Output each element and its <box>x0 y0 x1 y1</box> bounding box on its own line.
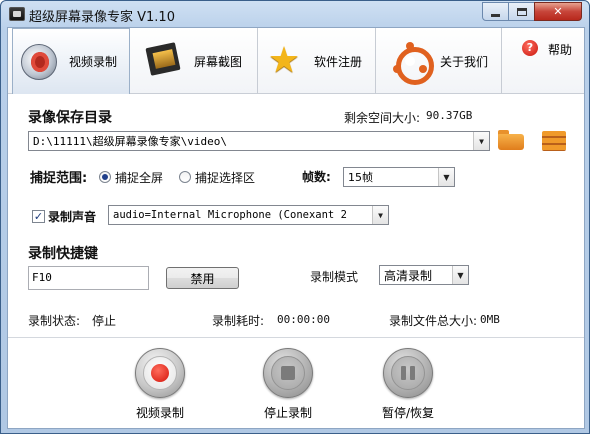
tab-register[interactable]: ★ 软件注册 <box>258 28 376 94</box>
video-record-icon <box>19 42 59 82</box>
file-size-value: 0MB <box>480 313 500 326</box>
capture-fullscreen-radio[interactable] <box>99 171 111 183</box>
star-icon: ★ <box>267 40 301 81</box>
tab-bar: 视频录制 屏幕截图 ★ 软件注册 关于我们 ? 帮助 <box>8 28 584 94</box>
pause-resume-button[interactable] <box>383 348 433 398</box>
elapsed-label: 录制耗时: <box>212 314 265 328</box>
hotkey-input[interactable]: F10 <box>28 266 149 290</box>
main-panel: 视频录制 屏幕截图 ★ 软件注册 关于我们 ? 帮助 录像保存目录 剩余空间大小… <box>7 27 585 429</box>
minimize-button[interactable] <box>482 2 509 21</box>
disable-hotkey-label: 禁用 <box>190 271 215 286</box>
hotkey-value: F10 <box>32 271 52 284</box>
maximize-button[interactable] <box>508 2 535 21</box>
start-record-button[interactable] <box>135 348 185 398</box>
tab-screenshot[interactable]: 屏幕截图 <box>130 28 258 94</box>
record-audio-label: 录制声音 <box>48 210 97 224</box>
audio-device-value: audio=Internal Microphone (Conexant 2 <box>113 209 347 221</box>
record-mode-label: 录制模式 <box>310 270 359 284</box>
fps-label: 帧数: <box>302 170 331 184</box>
audio-device-select[interactable]: audio=Internal Microphone (Conexant 2 ▼ <box>108 205 389 225</box>
save-dir-title: 录像保存目录 <box>28 110 112 126</box>
tab-label: 视频录制 <box>69 55 118 69</box>
app-logo-icon <box>9 7 25 21</box>
capture-region-radio[interactable] <box>179 171 191 183</box>
start-record-label: 视频录制 <box>135 406 184 420</box>
capture-range-label: 捕捉范围: <box>30 171 88 186</box>
tab-video-record[interactable]: 视频录制 <box>12 28 130 94</box>
record-state-value: 停止 <box>92 314 117 328</box>
minimize-icon <box>491 13 500 17</box>
record-audio-checkbox[interactable]: ✓ <box>32 210 45 223</box>
record-mode-value: 高清录制 <box>384 268 433 283</box>
maximize-icon <box>516 7 527 16</box>
help-icon: ? <box>522 40 538 56</box>
disable-hotkey-button[interactable]: 禁用 <box>166 267 239 289</box>
stop-record-button[interactable] <box>263 348 313 398</box>
tab-about[interactable]: 关于我们 <box>376 28 502 94</box>
free-space-label: 剩余空间大小: <box>344 111 421 125</box>
free-space-value: 90.37GB <box>426 109 473 122</box>
elapsed-value: 00:00:00 <box>277 313 330 326</box>
divider <box>8 337 584 338</box>
open-folder-icon[interactable] <box>542 131 566 151</box>
app-window: 超级屏幕录像专家 V1.10 ✕ 视频录制 屏幕截图 ★ 软件注册 关于我们 ?… <box>0 0 590 434</box>
hotkey-title: 录制快捷键 <box>28 246 98 262</box>
close-button[interactable]: ✕ <box>534 2 582 21</box>
fps-value: 15帧 <box>348 171 373 184</box>
close-icon: ✕ <box>553 5 563 18</box>
fps-select[interactable]: 15帧 ▼ <box>343 167 455 187</box>
ubuntu-logo-icon <box>390 41 434 85</box>
title-bar[interactable]: 超级屏幕录像专家 V1.10 ✕ <box>1 1 589 27</box>
window-title: 超级屏幕录像专家 V1.10 <box>29 10 175 25</box>
tab-label: 屏幕截图 <box>194 54 243 69</box>
help-label: 帮助 <box>548 43 573 57</box>
film-clapper-icon <box>144 41 184 81</box>
save-path-select[interactable]: D:\11111\超级屏幕录像专家\video\ ▼ <box>28 131 490 151</box>
stop-record-label: 停止录制 <box>263 406 312 420</box>
folder-icon[interactable] <box>498 130 524 150</box>
file-size-label: 录制文件总大小: <box>389 314 478 328</box>
chevron-down-icon: ▼ <box>452 266 468 284</box>
chevron-down-icon: ▼ <box>438 168 454 186</box>
record-icon <box>151 364 169 382</box>
tab-label: 关于我们 <box>440 54 489 69</box>
pause-icon <box>401 366 415 380</box>
stop-icon <box>281 366 295 380</box>
chevron-down-icon: ▼ <box>473 132 489 150</box>
record-mode-select[interactable]: 高清录制 ▼ <box>379 265 469 285</box>
chevron-down-icon: ▼ <box>372 206 388 224</box>
capture-fullscreen-label: 捕捉全屏 <box>115 171 164 185</box>
tab-label: 软件注册 <box>314 54 363 69</box>
pause-resume-label: 暂停/恢复 <box>381 406 435 420</box>
save-path-value: D:\11111\超级屏幕录像专家\video\ <box>33 135 227 148</box>
record-state-label: 录制状态: <box>28 314 81 328</box>
capture-region-label: 捕捉选择区 <box>195 171 256 185</box>
